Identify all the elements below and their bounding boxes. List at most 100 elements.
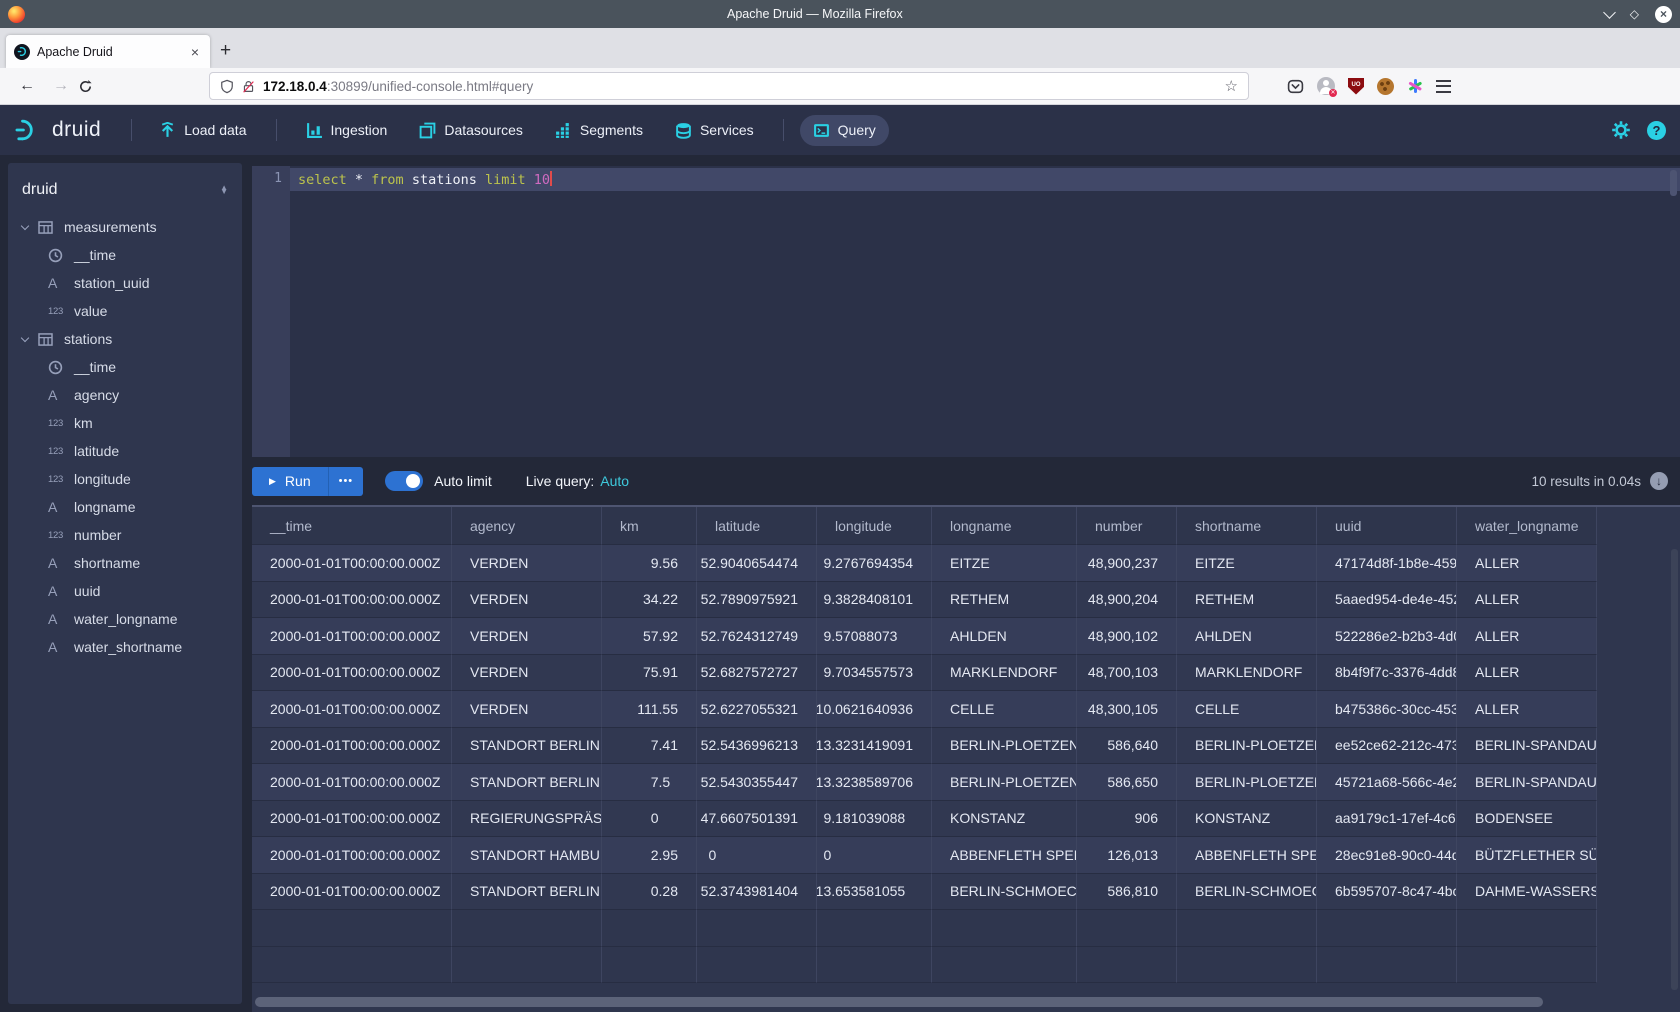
auto-limit-toggle[interactable] [385, 471, 423, 491]
cell-number[interactable]: 586,640 [1077, 728, 1177, 765]
horizontal-scrollbar-thumb[interactable] [255, 997, 1543, 1007]
tree-column-water_longname[interactable]: Awater_longname [8, 605, 242, 633]
menu-hamburger-icon[interactable] [1436, 80, 1451, 93]
cell-agency[interactable]: STANDORT BERLIN [452, 728, 602, 765]
cell-agency[interactable]: VERDEN [452, 545, 602, 582]
cell-uuid[interactable]: 6b595707-8c47-4bc7-a8 [1317, 874, 1457, 911]
live-query-value[interactable]: Auto [600, 473, 629, 489]
cell-uuid[interactable]: aa9179c1-17ef-4c61-a48 [1317, 801, 1457, 838]
cell-latitude[interactable]: 52.6227055321 [697, 691, 817, 728]
cell-water_longname[interactable]: ALLER [1457, 655, 1597, 692]
cell-__time[interactable]: 2000-01-01T00:00:00.000Z [252, 545, 452, 582]
cell-longitude[interactable]: 13.3238589706 [817, 764, 932, 801]
cell-__time[interactable]: 2000-01-01T00:00:00.000Z [252, 618, 452, 655]
column-header-uuid[interactable]: uuid [1317, 507, 1457, 545]
cell-shortname[interactable]: BERLIN-SCHMOECKWITZ [1177, 874, 1317, 911]
cell-water_longname[interactable]: DAHME-WASSERSTRAS [1457, 874, 1597, 911]
cell-latitude[interactable]: 52.6827572727 [697, 655, 817, 692]
schema-selector[interactable]: druid [22, 181, 220, 199]
pocket-icon[interactable] [1287, 78, 1304, 95]
column-header-number[interactable]: number [1077, 507, 1177, 545]
cell-number[interactable]: 586,650 [1077, 764, 1177, 801]
cell-shortname[interactable]: BERLIN-PLOETZENSEE O [1177, 728, 1317, 765]
cell-water_longname[interactable]: ALLER [1457, 582, 1597, 619]
cell-longitude[interactable]: 9.7034557573 [817, 655, 932, 692]
cell-shortname[interactable]: CELLE [1177, 691, 1317, 728]
tree-column-agency[interactable]: Aagency [8, 381, 242, 409]
cell-agency[interactable]: VERDEN [452, 582, 602, 619]
run-button[interactable]: ▶ Run [252, 467, 328, 496]
cell-agency[interactable]: VERDEN [452, 618, 602, 655]
tree-column-latitude[interactable]: 123latitude [8, 437, 242, 465]
cell-uuid[interactable]: b475386c-30cc-453a-b3 [1317, 691, 1457, 728]
cell-number[interactable]: 126,013 [1077, 837, 1177, 874]
cell-__time[interactable]: 2000-01-01T00:00:00.000Z [252, 837, 452, 874]
cell-longname[interactable]: BERLIN-PLOETZENSEE O [932, 728, 1077, 765]
cell-longname[interactable]: AHLDEN [932, 618, 1077, 655]
cell-km[interactable]: 111.55 [602, 691, 697, 728]
forward-button[interactable]: → [53, 77, 69, 95]
cell-longitude[interactable]: 9.2767694354 [817, 545, 932, 582]
column-header-longitude[interactable]: longitude [817, 507, 932, 545]
shield-icon[interactable] [220, 79, 234, 94]
tree-column-longname[interactable]: Alongname [8, 493, 242, 521]
cell-water_longname[interactable]: BÜTZFLETHER SÜDERE [1457, 837, 1597, 874]
run-more-button[interactable]: ••• [328, 467, 364, 496]
url-text[interactable]: 172.18.0.4:30899/unified-console.html#qu… [263, 79, 1225, 94]
tree-table-stations[interactable]: stations [8, 325, 242, 353]
gear-icon[interactable] [1611, 120, 1631, 140]
window-minimize-icon[interactable] [1603, 6, 1616, 19]
cell-water_longname[interactable]: ALLER [1457, 545, 1597, 582]
cell-shortname[interactable]: AHLDEN [1177, 618, 1317, 655]
cell-__time[interactable]: 2000-01-01T00:00:00.000Z [252, 582, 452, 619]
url-bar[interactable]: 172.18.0.4:30899/unified-console.html#qu… [209, 72, 1249, 100]
cell-km[interactable]: 7.5 [602, 764, 697, 801]
cell-longitude[interactable]: 9.3828408101 [817, 582, 932, 619]
cell-agency[interactable]: REGIERUNGSPRÄSIDIUM [452, 801, 602, 838]
cell-number[interactable]: 48,900,204 [1077, 582, 1177, 619]
cell-latitude[interactable]: 52.5436996213 [697, 728, 817, 765]
column-header-__time[interactable]: __time [252, 507, 452, 545]
cell-uuid[interactable]: 28ec91e8-90c0-44d1-8fc [1317, 837, 1457, 874]
nav-item-ingestion[interactable]: Ingestion [293, 115, 401, 146]
tree-column-station_uuid[interactable]: Astation_uuid [8, 269, 242, 297]
horizontal-scrollbar[interactable] [252, 997, 1680, 1008]
cell-longname[interactable]: CELLE [932, 691, 1077, 728]
druid-brand[interactable]: druid [14, 117, 101, 143]
cell-shortname[interactable]: KONSTANZ [1177, 801, 1317, 838]
cell-shortname[interactable]: RETHEM [1177, 582, 1317, 619]
cell-number[interactable]: 906 [1077, 801, 1177, 838]
cell-km[interactable]: 7.41 [602, 728, 697, 765]
cell-uuid[interactable]: 522286e2-b2b3-4d0d-9a [1317, 618, 1457, 655]
back-button[interactable]: ← [19, 77, 35, 95]
cell-number[interactable]: 586,810 [1077, 874, 1177, 911]
extension-pinwheel-icon[interactable] [1407, 78, 1423, 94]
cell-agency[interactable]: VERDEN [452, 691, 602, 728]
cell-water_longname[interactable]: BODENSEE [1457, 801, 1597, 838]
cell-longname[interactable]: BERLIN-PLOETZENSEE U [932, 764, 1077, 801]
cell-latitude[interactable]: 52.9040654474 [697, 545, 817, 582]
tree-column-__time[interactable]: __time [8, 241, 242, 269]
tab-close-icon[interactable]: × [188, 44, 202, 60]
tree-column-shortname[interactable]: Ashortname [8, 549, 242, 577]
editor-code[interactable]: select * from stations limit 10 [290, 166, 1680, 457]
cell-__time[interactable]: 2000-01-01T00:00:00.000Z [252, 691, 452, 728]
bookmark-star-icon[interactable]: ☆ [1225, 77, 1238, 95]
cell-latitude[interactable]: 52.3743981404 [697, 874, 817, 911]
cell-uuid[interactable]: 45721a68-566c-4e2a-a6 [1317, 764, 1457, 801]
cell-longname[interactable]: RETHEM [932, 582, 1077, 619]
column-header-water_longname[interactable]: water_longname [1457, 507, 1597, 545]
cell-km[interactable]: 0 [602, 801, 697, 838]
tree-column-number[interactable]: 123number [8, 521, 242, 549]
ublock-shield-icon[interactable]: UO [1348, 78, 1364, 95]
cell-__time[interactable]: 2000-01-01T00:00:00.000Z [252, 728, 452, 765]
nav-item-segments[interactable]: Segments [542, 115, 656, 146]
tree-column-__time[interactable]: __time [8, 353, 242, 381]
cell-longitude[interactable]: 9.181039088 [817, 801, 932, 838]
cell-uuid[interactable]: ee52ce62-212c-4735-b4 [1317, 728, 1457, 765]
cell-longname[interactable]: BERLIN-SCHMOECKWITZ [932, 874, 1077, 911]
cell-number[interactable]: 48,900,102 [1077, 618, 1177, 655]
tree-column-km[interactable]: 123km [8, 409, 242, 437]
cell-uuid[interactable]: 5aaed954-de4e-4528-8f [1317, 582, 1457, 619]
cell-water_longname[interactable]: ALLER [1457, 691, 1597, 728]
